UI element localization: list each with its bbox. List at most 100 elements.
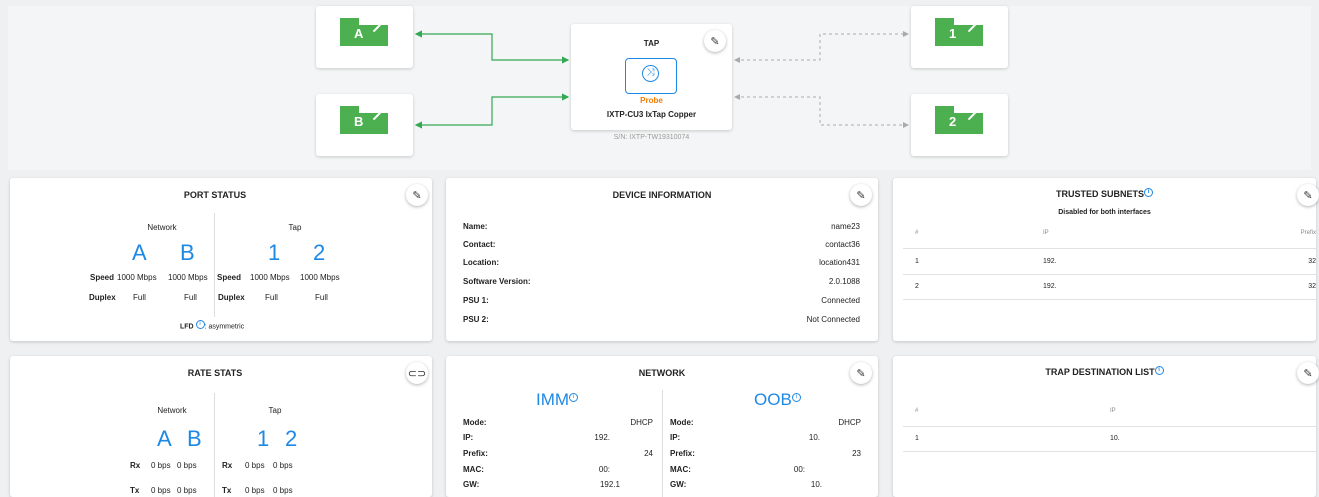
pencil-icon: ✎ bbox=[1303, 189, 1313, 202]
device-software-label: Software Version: bbox=[463, 277, 531, 286]
device-info-card: DEVICE INFORMATION ✎ Name: name23 Contac… bbox=[446, 178, 878, 341]
port-b-node[interactable]: B bbox=[316, 94, 413, 156]
oob-ip-value: 10. bbox=[808, 433, 820, 442]
lfd-status: LFD i: asymmetric bbox=[180, 320, 245, 331]
trap-row-1-ip: 10. bbox=[1110, 435, 1120, 442]
network-title: NETWORK bbox=[638, 368, 686, 378]
duplex-2: Full bbox=[315, 293, 328, 302]
info-icon[interactable]: i bbox=[791, 393, 801, 403]
imm-mode-label: Mode: bbox=[463, 418, 487, 427]
tx-2: 0 bps bbox=[273, 486, 293, 495]
info-icon[interactable]: i bbox=[569, 393, 579, 403]
tap-switch-icon: ⤨ bbox=[625, 58, 677, 94]
device-contact-value: contact36 bbox=[825, 240, 860, 249]
tx-label-tap: Tx bbox=[222, 486, 232, 495]
port-status-title: PORT STATUS bbox=[183, 190, 247, 200]
pencil-icon: ✎ bbox=[710, 35, 720, 48]
trusted-subnets-subtitle: Disabled for both interfaces bbox=[1058, 209, 1151, 216]
rate-stats-link-button[interactable]: ⊂⊃ bbox=[406, 362, 428, 384]
pencil-icon: ✎ bbox=[412, 189, 422, 202]
ethernet-port-icon: 2 bbox=[935, 106, 983, 134]
port-1-node[interactable]: 1 bbox=[911, 6, 1008, 68]
oob-ip-label: IP: bbox=[670, 433, 681, 442]
tx-label: Tx bbox=[130, 486, 140, 495]
oob-mode-label: Mode: bbox=[670, 418, 694, 427]
info-icon[interactable]: i bbox=[1154, 366, 1164, 375]
device-name-label: Name: bbox=[463, 222, 488, 231]
tap-serial: S/N: IXTP-TW19310074 bbox=[613, 134, 690, 141]
info-icon[interactable]: i bbox=[195, 320, 205, 329]
subnet-row-1-ip: 192. bbox=[1043, 258, 1057, 265]
link-icon: ⊂⊃ bbox=[407, 367, 427, 380]
trusted-subnets-title: TRUSTED SUBNETS i bbox=[893, 188, 1316, 199]
oob-gw-label: GW: bbox=[670, 480, 687, 489]
pencil-icon: ✎ bbox=[856, 189, 866, 202]
tx-b: 0 bps bbox=[177, 486, 197, 495]
rx-2: 0 bps bbox=[273, 461, 293, 470]
rx-label: Rx bbox=[130, 461, 141, 470]
device-name-value: name23 bbox=[831, 222, 860, 231]
trusted-subnets-edit-button[interactable]: ✎ bbox=[1297, 184, 1319, 206]
imm-heading: IMM i bbox=[536, 390, 579, 410]
imm-mac-value: 00: bbox=[598, 465, 610, 474]
duplex-1: Full bbox=[265, 293, 278, 302]
network-edit-button[interactable]: ✎ bbox=[850, 362, 872, 384]
device-location-label: Location: bbox=[463, 258, 499, 267]
port-a-label: A bbox=[132, 240, 147, 265]
col-header-ip: IP bbox=[1043, 230, 1049, 236]
oob-heading: OOB i bbox=[754, 390, 801, 410]
subnet-row-1-num: 1 bbox=[915, 258, 919, 265]
subnet-row-2-prefix: 32 bbox=[1308, 283, 1316, 290]
device-location-value: location431 bbox=[819, 258, 860, 267]
trap-destination-card: TRAP DESTINATION LIST i ✎ # IP 1 10. bbox=[893, 356, 1319, 497]
port-2-label: 2 bbox=[313, 240, 326, 265]
tap-label: Tap bbox=[288, 223, 302, 232]
port-a-node[interactable]: A bbox=[316, 6, 413, 68]
network-card: NETWORK ✎ IMM i OOB i Mode: DHCP IP: 192. … bbox=[446, 356, 878, 497]
table-divider bbox=[903, 274, 1316, 275]
imm-gw-label: GW: bbox=[463, 480, 480, 489]
tap-edit-button[interactable]: ✎ bbox=[704, 30, 726, 52]
subnet-row-2-ip: 192. bbox=[1043, 283, 1057, 290]
tap-device-card[interactable]: TAP ⤨ Probe IXTP-CU3 IxTap Copper ✎ bbox=[571, 24, 732, 130]
table-divider bbox=[903, 426, 1316, 427]
tap-label: Tap bbox=[268, 406, 282, 415]
oob-prefix-value: 23 bbox=[852, 449, 861, 458]
port-status-edit-button[interactable]: ✎ bbox=[406, 184, 428, 206]
divider bbox=[214, 393, 215, 497]
port-1-label: 1 bbox=[257, 426, 270, 451]
divider bbox=[214, 213, 215, 317]
rate-stats-card: RATE STATS ⊂⊃ Network Tap A B 1 2 Rx 0 b… bbox=[10, 356, 432, 497]
rx-b: 0 bps bbox=[177, 461, 197, 470]
trap-destination-edit-button[interactable]: ✎ bbox=[1297, 362, 1319, 384]
duplex-a: Full bbox=[133, 293, 146, 302]
col-header-num: # bbox=[915, 408, 919, 414]
ethernet-port-icon: A bbox=[340, 18, 388, 46]
col-header-prefix: Prefix bbox=[1300, 230, 1316, 236]
rx-label-tap: Rx bbox=[222, 461, 233, 470]
trap-row-1-num: 1 bbox=[915, 435, 919, 442]
network-label: Network bbox=[157, 406, 187, 415]
col-header-ip: IP bbox=[1110, 408, 1116, 414]
imm-gw-value: 192.1 bbox=[599, 480, 620, 489]
trap-destination-title: TRAP DESTINATION LIST i bbox=[893, 366, 1316, 377]
speed-1: 1000 Mbps bbox=[250, 273, 290, 282]
ethernet-port-icon: B bbox=[340, 106, 388, 134]
rx-a: 0 bps bbox=[151, 461, 171, 470]
device-contact-label: Contact: bbox=[463, 240, 496, 249]
speed-b: 1000 Mbps bbox=[168, 273, 208, 282]
device-psu2-label: PSU 2: bbox=[463, 315, 489, 324]
port-2-node[interactable]: 2 bbox=[911, 94, 1008, 156]
device-info-edit-button[interactable]: ✎ bbox=[850, 184, 872, 206]
port-2-label: 2 bbox=[285, 426, 298, 451]
info-icon[interactable]: i bbox=[1144, 188, 1153, 197]
speed-label-tap: Speed bbox=[217, 273, 242, 282]
tap-model-label: IXTP-CU3 IxTap Copper bbox=[606, 110, 697, 119]
speed-a: 1000 Mbps bbox=[117, 273, 157, 282]
subnet-row-1-prefix: 32 bbox=[1308, 258, 1316, 265]
imm-ip-value: 192. bbox=[594, 433, 610, 442]
imm-prefix-value: 24 bbox=[644, 449, 653, 458]
device-info-title: DEVICE INFORMATION bbox=[612, 190, 712, 200]
oob-gw-value: 10. bbox=[810, 480, 822, 489]
device-psu1-label: PSU 1: bbox=[463, 296, 489, 305]
